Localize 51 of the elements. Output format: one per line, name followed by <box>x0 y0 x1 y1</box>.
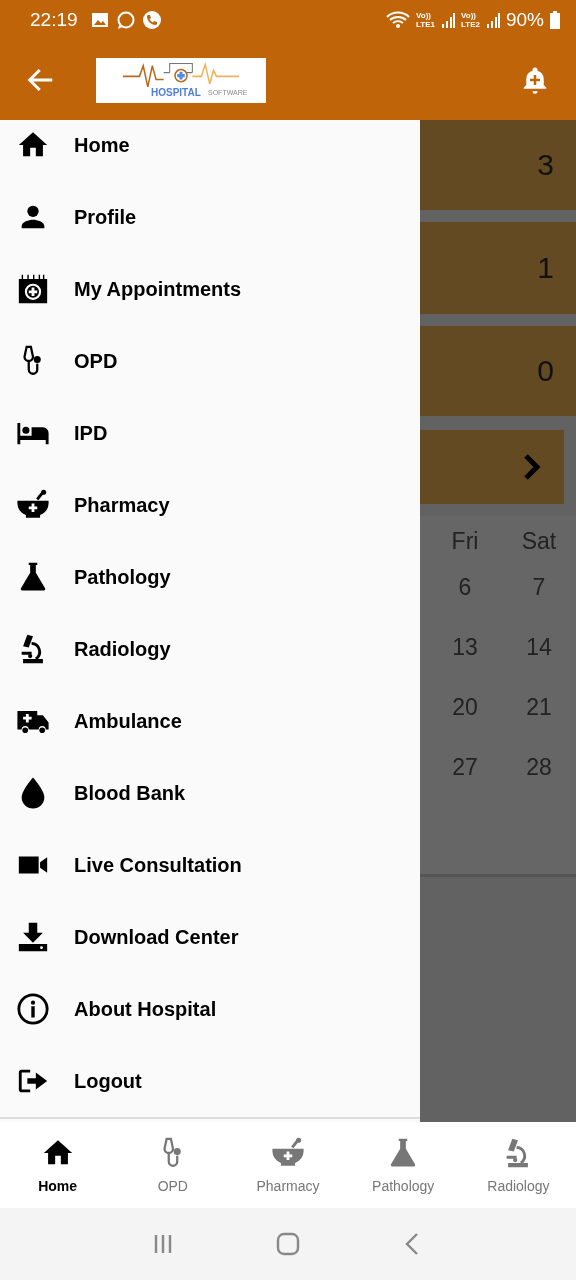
nav-tab[interactable]: OPD <box>115 1122 231 1208</box>
phone-icon <box>141 10 162 30</box>
drawer-item[interactable]: My Appointments <box>0 253 420 325</box>
volte-label: Vo)) <box>416 11 432 20</box>
nav-tab[interactable]: Pathology <box>345 1122 461 1208</box>
nav-tab[interactable]: Pharmacy <box>230 1122 346 1208</box>
weekday-label: Fri <box>450 528 480 556</box>
volte-label: Vo)) <box>461 11 477 20</box>
calendar-day: 7 <box>502 574 576 634</box>
calendar-day: 28 <box>502 754 576 814</box>
count-value: 0 <box>537 354 554 388</box>
weekday-label: Sat <box>520 528 558 556</box>
calendar-day: 20 <box>428 694 502 754</box>
signal-icon <box>441 12 455 28</box>
count-value: 1 <box>537 251 554 285</box>
info-icon <box>16 992 50 1026</box>
nav-tab[interactable]: Radiology <box>460 1122 576 1208</box>
calendar-day: 14 <box>502 634 576 694</box>
calendar-day: 13 <box>428 634 502 694</box>
battery-icon <box>550 11 560 29</box>
drawer-item[interactable]: Profile <box>0 181 420 253</box>
drawer-item[interactable]: Blood Bank <box>0 757 420 829</box>
nav-tab[interactable]: Home <box>0 1122 116 1208</box>
drawer-item[interactable]: Radiology <box>0 613 420 685</box>
drawer-item[interactable]: Download Center <box>0 901 420 973</box>
drawer-item[interactable]: Pathology <box>0 541 420 613</box>
drawer-item[interactable]: Live Consultation <box>0 829 420 901</box>
chevron-right-icon[interactable] <box>522 452 542 482</box>
drawer-item[interactable]: IPD <box>0 397 420 469</box>
network-label: LTE2 <box>461 20 480 29</box>
signal-icon <box>485 12 500 28</box>
gallery-icon <box>89 10 110 30</box>
chat-icon <box>115 10 136 30</box>
download-icon <box>16 920 50 954</box>
drawer-item[interactable]: Home <box>0 120 420 181</box>
count-value: 3 <box>537 148 554 182</box>
calendar-day: 21 <box>502 694 576 754</box>
logo-title: HOSPITAL <box>151 86 201 98</box>
calendar-icon <box>16 272 50 306</box>
home-button-icon[interactable] <box>276 1232 300 1256</box>
calendar-day: 27 <box>428 754 502 814</box>
battery-level: 90% <box>505 9 544 31</box>
status-time: 22:19 <box>30 9 78 31</box>
calendar-day: 6 <box>428 574 502 634</box>
drawer-item[interactable]: Pharmacy <box>0 469 420 541</box>
network-label: LTE1 <box>416 20 435 29</box>
drawer-item[interactable]: About Hospital <box>0 973 420 1045</box>
drawer-item[interactable]: Logout <box>0 1045 420 1117</box>
drawer-item[interactable]: Ambulance <box>0 685 420 757</box>
drawer-item[interactable]: OPD <box>0 325 420 397</box>
wifi-icon <box>386 10 411 30</box>
